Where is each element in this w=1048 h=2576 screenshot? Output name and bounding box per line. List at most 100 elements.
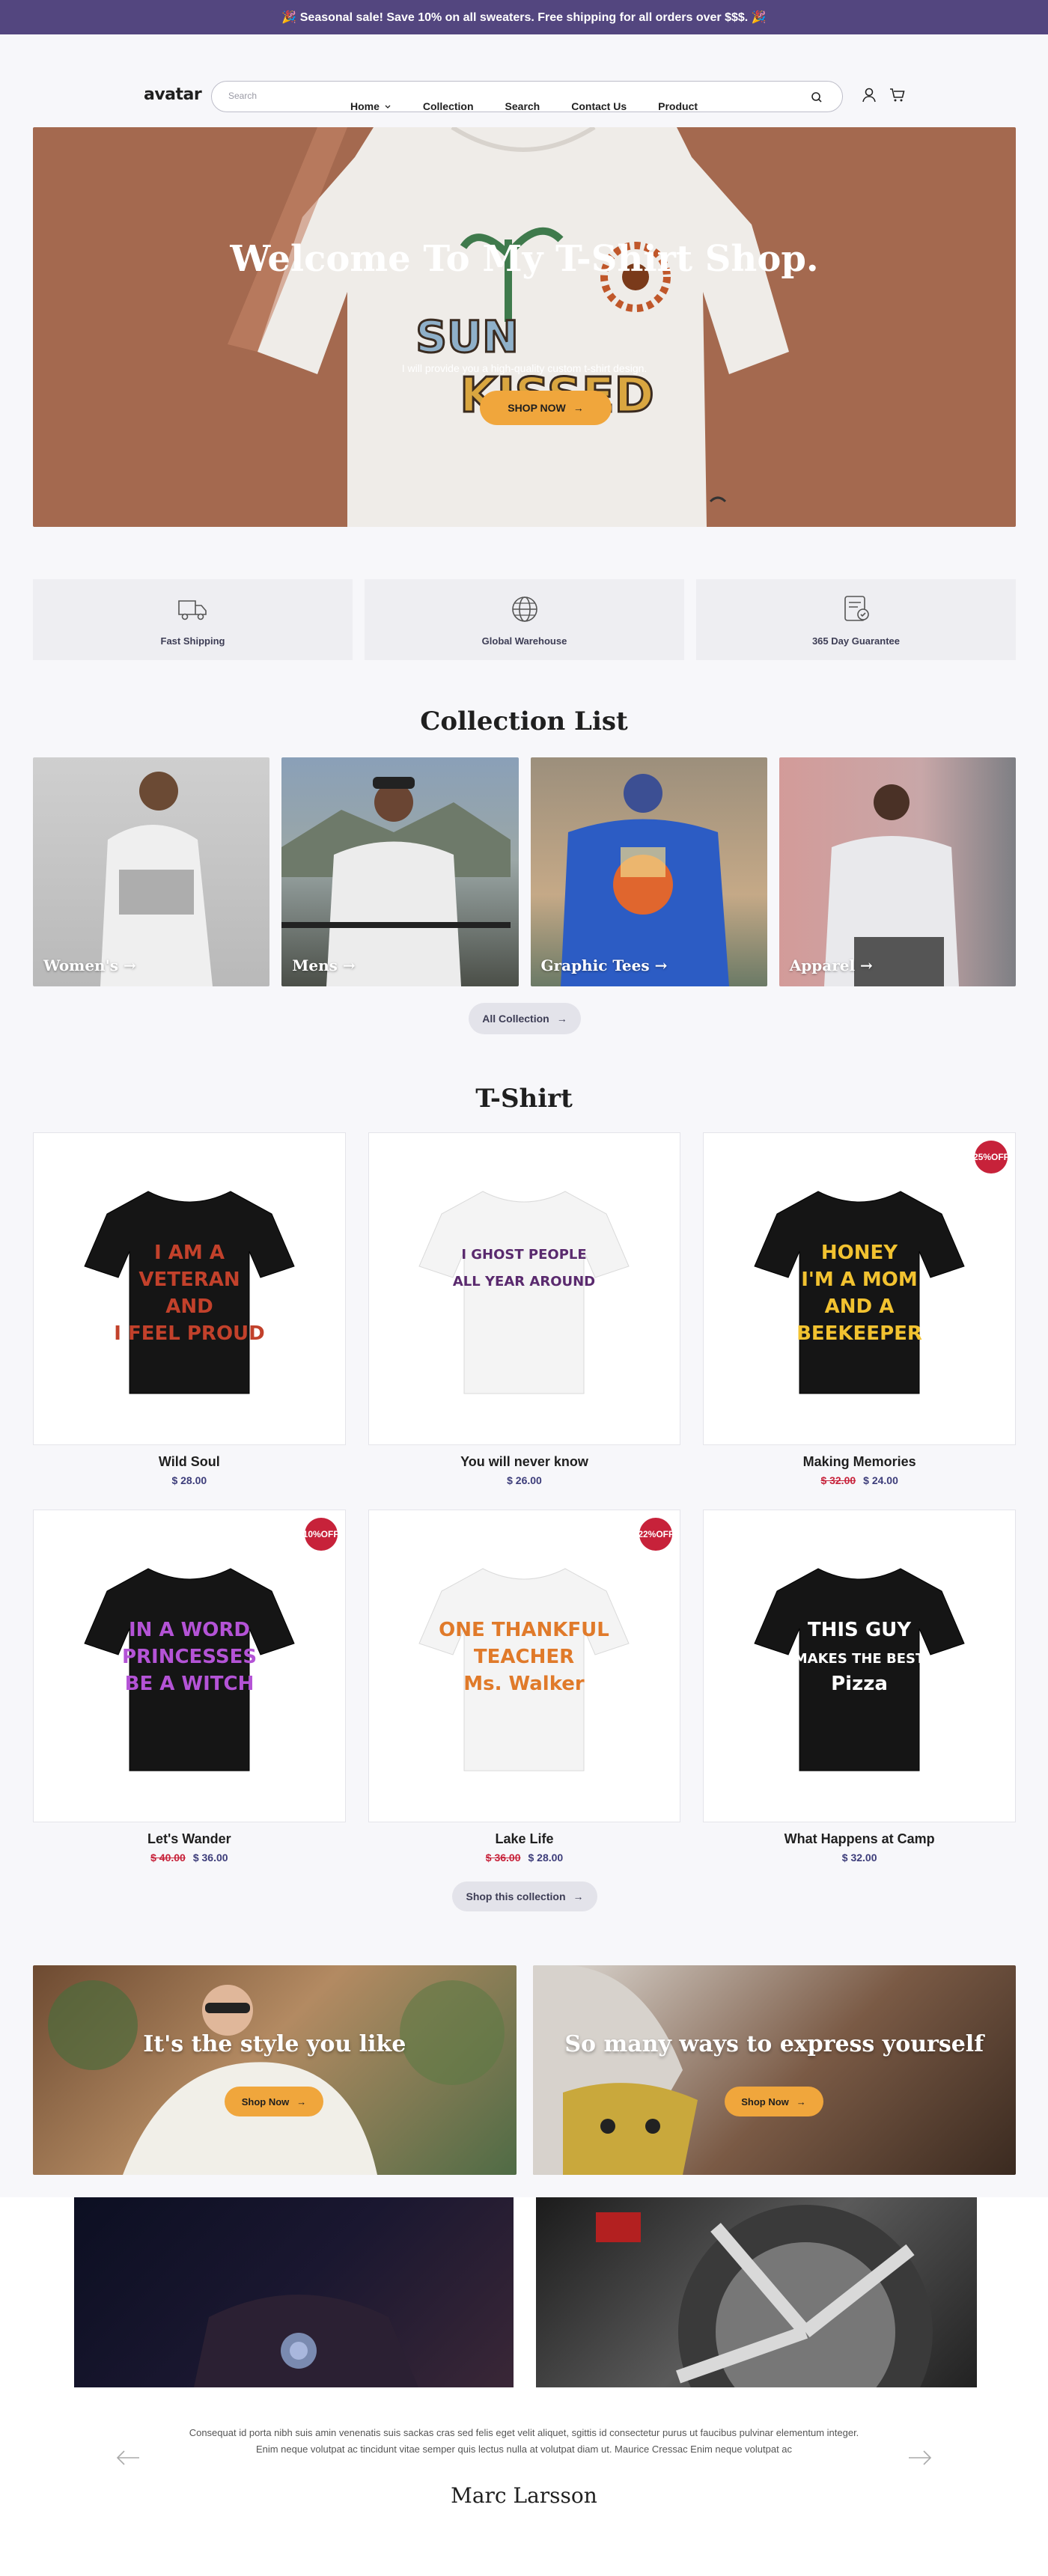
tshirt-body — [84, 1568, 295, 1771]
product-image[interactable]: I AM A VETERAN AND I FEEL PROUD — [33, 1132, 346, 1445]
collection-card-mens[interactable]: Mens → — [281, 757, 519, 986]
product-card[interactable]: HONEY I'M A MOM AND A BEEKEEPER 25% OFF Making… — [703, 1132, 1016, 1510]
product-price: $ 40.00 $ 36.00 — [33, 1852, 346, 1864]
product-image[interactable]: ONE THANKFUL TEACHER Ms. Walker 22% OFF — [368, 1510, 681, 1822]
product-price: $ 32.00 $ 24.00 — [703, 1474, 1016, 1486]
tshirt-graphic: I GHOST PEOPLE ALL YEAR AROUND — [418, 1191, 630, 1394]
hero-shirt-print-top: SUN — [415, 311, 518, 362]
product-old-price: $ 32.00 — [820, 1474, 856, 1486]
shop-this-collection-button[interactable]: Shop this collection → — [452, 1881, 597, 1911]
button-label: SHOP NOW — [508, 402, 566, 414]
nav-contact-us[interactable]: Contact Us — [571, 100, 627, 112]
product-price: $ 28.00 — [33, 1474, 346, 1486]
collection-card-womens[interactable]: Women's → — [33, 757, 270, 986]
sale-badge: 10% OFF — [303, 1518, 339, 1551]
product-current-price: $ 32.00 — [841, 1852, 877, 1864]
tshirt-print-text: BE A WITCH — [124, 1673, 254, 1695]
product-name[interactable]: Let's Wander — [33, 1831, 346, 1847]
tshirt-body — [418, 1568, 630, 1771]
feature-label: Fast Shipping — [160, 635, 225, 647]
search-input[interactable] — [228, 91, 752, 101]
product-card[interactable]: IN A WORD PRINCESSES BE A WITCH 10% OFF Let's… — [33, 1510, 346, 1887]
all-collection-button[interactable]: All Collection → — [469, 1003, 581, 1034]
car-wheel-image — [536, 2197, 977, 2387]
promo-express-banner: So many ways to express yourself Shop No… — [532, 1965, 1016, 2175]
product-name[interactable]: Making Memories — [703, 1454, 1016, 1470]
mens-collection-image — [281, 777, 511, 986]
hero-banner: SUN KISSED Welcome To My T-Shirt Shop. I… — [33, 127, 1016, 527]
product-current-price: $ 36.00 — [192, 1852, 228, 1864]
tshirt-body — [84, 1191, 295, 1394]
product-card[interactable]: I GHOST PEOPLE ALL YEAR AROUND You will ne… — [368, 1132, 681, 1510]
tshirt-print-text: AND — [165, 1295, 213, 1318]
chevron-down-icon — [385, 105, 391, 109]
collection-label: Apparel → — [789, 956, 873, 974]
collection-card-graphic-tees[interactable]: Graphic Tees → — [530, 757, 767, 986]
product-old-price: $ 36.00 — [485, 1852, 521, 1864]
product-name[interactable]: What Happens at Camp — [703, 1831, 1016, 1847]
product-image[interactable]: IN A WORD PRINCESSES BE A WITCH 10% OFF — [33, 1510, 346, 1822]
sale-badge: 22% OFF — [638, 1518, 674, 1551]
product-price: $ 32.00 — [703, 1852, 1016, 1864]
tshirt-print-text: THIS GUY — [808, 1619, 912, 1641]
car-wheel-graphic — [596, 2205, 933, 2387]
testimonial-author: Marc Larsson — [451, 2483, 597, 2508]
car-interior-graphic — [194, 2295, 418, 2387]
nav-collection[interactable]: Collection — [423, 100, 474, 112]
product-card[interactable]: THIS GUY MAKES THE BEST Pizza What Happens … — [703, 1510, 1016, 1887]
product-name[interactable]: Wild Soul — [33, 1454, 346, 1470]
feature-label: Global Warehouse — [481, 635, 567, 647]
arrow-right-icon: → — [556, 1013, 567, 1025]
tshirt-body — [754, 1191, 965, 1394]
product-image[interactable]: HONEY I'M A MOM AND A BEEKEEPER 25% OFF — [703, 1132, 1016, 1445]
arrow-right-icon: → — [573, 402, 584, 414]
product-card[interactable]: I AM A VETERAN AND I FEEL PROUD Wild Soul $ 2… — [33, 1132, 346, 1510]
tshirt-print-text: HONEY — [821, 1242, 898, 1264]
promo-style-image — [48, 1980, 505, 2175]
globe-icon — [511, 596, 537, 622]
promo-title: It's the style you like — [143, 2031, 406, 2057]
tshirt-print-text: AND A — [825, 1295, 895, 1318]
tshirt-body — [754, 1568, 965, 1771]
tshirt-graphic: HONEY I'M A MOM AND A BEEKEEPER — [754, 1191, 965, 1394]
nav-home[interactable]: Home — [350, 100, 392, 112]
graphic-tees-collection-image — [560, 774, 729, 986]
tshirt-print-text: I'M A MOM — [801, 1269, 918, 1291]
product-card[interactable]: ONE THANKFUL TEACHER Ms. Walker 22% OFF Lake … — [368, 1510, 681, 1887]
promo-shop-now-button[interactable]: Shop Now → — [225, 2087, 323, 2116]
product-price: $ 26.00 — [368, 1474, 681, 1486]
hero-subtitle: I will provide you a high-quality custom… — [401, 362, 648, 374]
collection-label: Women's → — [43, 956, 136, 974]
feature-label: 365 Day Guarantee — [811, 635, 901, 647]
tshirt-print-text: Pizza — [831, 1673, 888, 1695]
hero-tshirt-image: SUN KISSED — [228, 127, 789, 527]
collection-list-title: Collection List — [420, 706, 628, 736]
promo-shop-now-button[interactable]: Shop Now → — [724, 2087, 823, 2116]
tshirt-print-text: ONE THANKFUL — [439, 1619, 610, 1641]
tshirt-print-text: PRINCESSES — [122, 1646, 257, 1668]
collection-card-apparel[interactable]: Apparel → — [779, 757, 1016, 986]
promo-express-image — [532, 1965, 698, 2175]
tshirt-graphic: ONE THANKFUL TEACHER Ms. Walker — [418, 1568, 630, 1771]
announcement-bar: 🎉 Seasonal sale! Save 10% on all sweater… — [0, 0, 1048, 34]
button-label: Shop Now — [241, 2096, 290, 2108]
product-current-price: $ 28.00 — [528, 1852, 564, 1864]
product-current-price: $ 24.00 — [863, 1474, 898, 1486]
product-name[interactable]: You will never know — [368, 1454, 681, 1470]
hero-shop-now-button[interactable]: SHOP NOW → — [480, 391, 612, 425]
nav-search[interactable]: Search — [505, 100, 540, 112]
arrow-right-icon: → — [796, 2096, 806, 2108]
promo-style-banner: It's the style you like Shop Now → — [33, 1965, 517, 2175]
guarantee-icon — [844, 595, 869, 621]
testimonial-quote: Consequat id porta nibh suis amin venena… — [189, 2427, 859, 2455]
product-image[interactable]: THIS GUY MAKES THE BEST Pizza — [703, 1510, 1016, 1822]
product-image[interactable]: I GHOST PEOPLE ALL YEAR AROUND — [368, 1132, 681, 1445]
product-name[interactable]: Lake Life — [368, 1831, 681, 1847]
promo-banners: It's the style you like Shop Now → So man… — [33, 1965, 1016, 2175]
tshirt-graphic: THIS GUY MAKES THE BEST Pizza — [754, 1568, 965, 1771]
arrow-right-icon: → — [296, 2096, 307, 2108]
feature-guarantee: 365 Day Guarantee — [696, 579, 1016, 660]
tshirt-print-text: BEEKEEPER — [796, 1322, 922, 1345]
tshirt-print-text: I GHOST PEOPLE — [462, 1247, 587, 1263]
nav-product[interactable]: Product — [658, 100, 698, 112]
